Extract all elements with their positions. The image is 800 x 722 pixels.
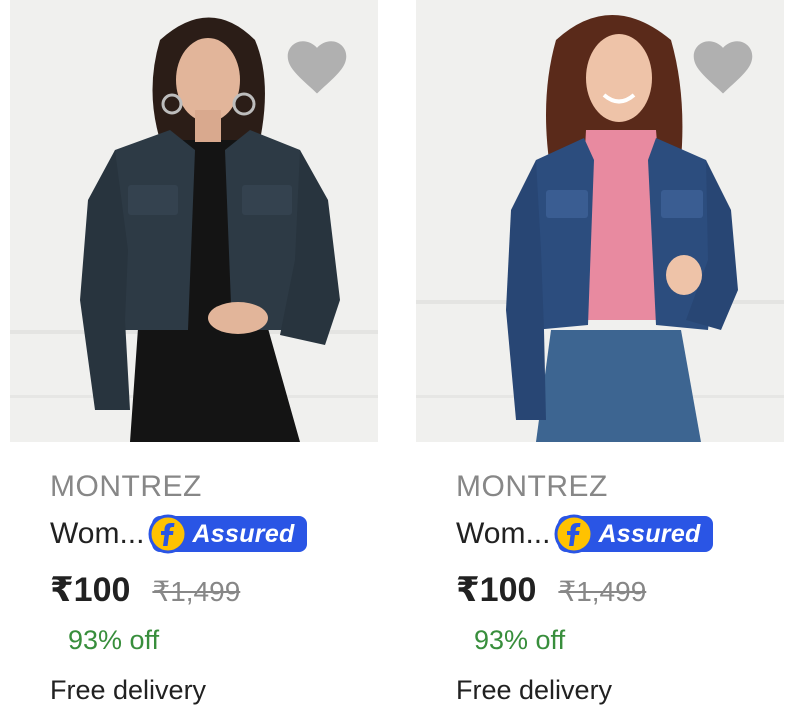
- delivery-label: Free delivery: [456, 675, 613, 705]
- product-image[interactable]: [416, 0, 784, 442]
- selling-price: ₹100: [456, 571, 537, 609]
- brand-name: MONTREZ: [456, 470, 608, 503]
- original-price: ₹1,499: [152, 576, 241, 607]
- title-row: Wom... Assured: [456, 514, 713, 554]
- assured-badge: Assured: [148, 514, 307, 554]
- brand-name: MONTREZ: [50, 470, 202, 503]
- selling-price: ₹100: [50, 571, 131, 609]
- product-image[interactable]: [10, 0, 378, 442]
- heart-icon[interactable]: [692, 40, 754, 96]
- product-title[interactable]: Wom...: [456, 517, 550, 551]
- delivery-label: Free delivery: [50, 675, 207, 705]
- product-card[interactable]: MONTREZ Wom... Assured ₹100 ₹1,499 93% o…: [416, 0, 784, 722]
- discount-label: 93% off: [68, 625, 160, 655]
- price-row: ₹100 ₹1,499: [456, 570, 646, 610]
- assured-label: Assured: [192, 519, 295, 548]
- original-price: ₹1,499: [558, 576, 647, 607]
- assured-badge: Assured: [554, 514, 713, 554]
- price-row: ₹100 ₹1,499: [50, 570, 240, 610]
- discount-label: 93% off: [474, 625, 566, 655]
- heart-icon[interactable]: [286, 40, 348, 96]
- product-card[interactable]: MONTREZ Wom... Assured ₹100 ₹1,499 93% o…: [10, 0, 378, 722]
- product-title[interactable]: Wom...: [50, 517, 144, 551]
- title-row: Wom... Assured: [50, 514, 307, 554]
- flipkart-f-icon: [554, 514, 594, 554]
- assured-label: Assured: [598, 519, 701, 548]
- flipkart-f-icon: [148, 514, 188, 554]
